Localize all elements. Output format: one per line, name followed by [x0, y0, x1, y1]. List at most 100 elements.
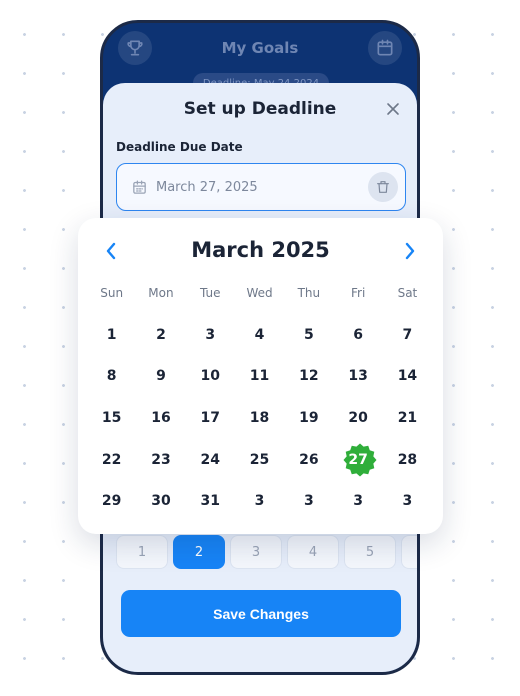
- step-option-active[interactable]: 2: [173, 535, 225, 569]
- calendar-day-number: 9: [156, 368, 166, 385]
- trophy-button[interactable]: [118, 31, 152, 65]
- header-title: My Goals: [221, 39, 299, 57]
- trophy-icon: [127, 40, 143, 56]
- calendar-day-number: 3: [353, 493, 363, 510]
- calendar-day-number: 21: [397, 409, 418, 426]
- calendar-day-number: 30: [151, 493, 171, 510]
- calendar-day[interactable]: 20: [333, 397, 382, 439]
- calendar-day-number: 11: [249, 368, 270, 385]
- calendar-day-number: 15: [101, 409, 122, 426]
- step-option[interactable]: 1: [116, 535, 168, 569]
- calendar-day[interactable]: 7: [383, 314, 432, 356]
- calendar-day-number: 3: [254, 493, 265, 510]
- step-option[interactable]: [401, 535, 417, 569]
- calendar-day[interactable]: 11: [235, 356, 284, 398]
- close-button[interactable]: [383, 99, 403, 119]
- clear-date-button[interactable]: [368, 172, 398, 202]
- calendar-day-number: 3: [303, 493, 314, 510]
- step-selector: 12345: [116, 535, 417, 569]
- calendar-day-number: 26: [299, 451, 319, 468]
- calendar-day[interactable]: 3: [284, 480, 333, 522]
- save-changes-button[interactable]: Save Changes: [121, 590, 401, 637]
- calendar-popover: March 2025 Sun Mon Tue Wed Thu Fri Sat 1234567…: [78, 218, 443, 534]
- weekday-label: Tue: [199, 286, 221, 300]
- trash-icon: [377, 181, 389, 193]
- calendar-day[interactable]: 28: [383, 439, 432, 481]
- calendar-day[interactable]: 14: [383, 356, 432, 398]
- calendar-day-number: 20: [348, 409, 368, 426]
- calendar-day-number: 16: [151, 409, 171, 426]
- weekday-label: Thu: [297, 286, 321, 300]
- calendar-day-number: 2: [156, 326, 166, 343]
- calendar-day-number: 31: [200, 493, 220, 510]
- calendar-day-number: 22: [101, 451, 122, 468]
- weekday-label: Fri: [350, 286, 366, 300]
- calendar-day-number: 23: [151, 451, 171, 468]
- calendar-day-number: 29: [101, 493, 122, 510]
- calendar-day[interactable]: 15: [87, 397, 136, 439]
- calendar-day-number: 19: [299, 409, 319, 426]
- calendar-header: March 2025: [78, 236, 443, 266]
- calendar-day-number: 25: [249, 451, 270, 468]
- calendar-day[interactable]: 9: [136, 356, 185, 398]
- next-month-button[interactable]: [397, 238, 423, 264]
- calendar-day[interactable]: 1: [87, 314, 136, 356]
- deadline-date-input[interactable]: March 27, 2025: [116, 163, 406, 211]
- weekday-label: Sat: [397, 286, 418, 300]
- sheet-title: Set up Deadline: [183, 99, 337, 119]
- calendar-day[interactable]: 6: [333, 314, 382, 356]
- calendar-day[interactable]: 2: [136, 314, 185, 356]
- calendar-day[interactable]: 25: [235, 439, 284, 481]
- calendar-day-number: 3: [402, 493, 413, 510]
- calendar-day[interactable]: 22: [87, 439, 136, 481]
- calendar-day[interactable]: 5: [284, 314, 333, 356]
- step-option[interactable]: 4: [287, 535, 339, 569]
- calendar-day-number: 17: [200, 409, 220, 426]
- calendar-day-number: 1: [106, 326, 117, 343]
- calendar-day[interactable]: 21: [383, 397, 432, 439]
- calendar-day[interactable]: 8: [87, 356, 136, 398]
- calendar-day-selected[interactable]: 27: [333, 439, 382, 481]
- calendar-day[interactable]: 10: [186, 356, 235, 398]
- weekday-row: Sun Mon Tue Wed Thu Fri Sat: [87, 286, 434, 304]
- calendar-day[interactable]: 24: [186, 439, 235, 481]
- step-option[interactable]: 3: [230, 535, 282, 569]
- calendar-day-number: 13: [348, 368, 368, 385]
- calendar-day[interactable]: 17: [186, 397, 235, 439]
- calendar-day[interactable]: 3: [186, 314, 235, 356]
- calendar-day[interactable]: 23: [136, 439, 185, 481]
- calendar-day-number: 18: [249, 409, 270, 426]
- calendar-day-number: 4: [254, 326, 265, 343]
- calendar-day-number: 10: [200, 368, 220, 385]
- calendar-day[interactable]: 16: [136, 397, 185, 439]
- calendar-day[interactable]: 29: [87, 480, 136, 522]
- calendar-day-number: 8: [106, 368, 117, 385]
- weekday-label: Mon: [148, 286, 174, 300]
- calendar-day-number: 28: [397, 451, 418, 468]
- weekday-label: Wed: [246, 286, 273, 300]
- calendar-day[interactable]: 4: [235, 314, 284, 356]
- calendar-icon: [131, 179, 148, 196]
- weekday-label: Sun: [100, 286, 124, 300]
- calendar-button[interactable]: [368, 31, 402, 65]
- calendar-month-label: March 2025: [191, 238, 330, 262]
- calendar-day[interactable]: 12: [284, 356, 333, 398]
- calendar-icon: [377, 39, 393, 56]
- calendar-day-number: 5: [303, 326, 314, 343]
- step-option[interactable]: 5: [344, 535, 396, 569]
- calendar-day[interactable]: 19: [284, 397, 333, 439]
- calendar-day-number: 7: [402, 326, 413, 343]
- calendar-day[interactable]: 13: [333, 356, 382, 398]
- calendar-day[interactable]: 26: [284, 439, 333, 481]
- calendar-day-number: 27: [348, 451, 368, 468]
- calendar-day[interactable]: 3: [333, 480, 382, 522]
- calendar-day[interactable]: 18: [235, 397, 284, 439]
- calendar-day-number: 24: [200, 451, 220, 468]
- calendar-day-number: 6: [353, 326, 363, 343]
- calendar-day[interactable]: 30: [136, 480, 185, 522]
- calendar-day-number: 14: [397, 368, 418, 385]
- calendar-day[interactable]: 3: [383, 480, 432, 522]
- calendar-day[interactable]: 31: [186, 480, 235, 522]
- calendar-day-number: 12: [299, 368, 319, 385]
- calendar-day[interactable]: 3: [235, 480, 284, 522]
